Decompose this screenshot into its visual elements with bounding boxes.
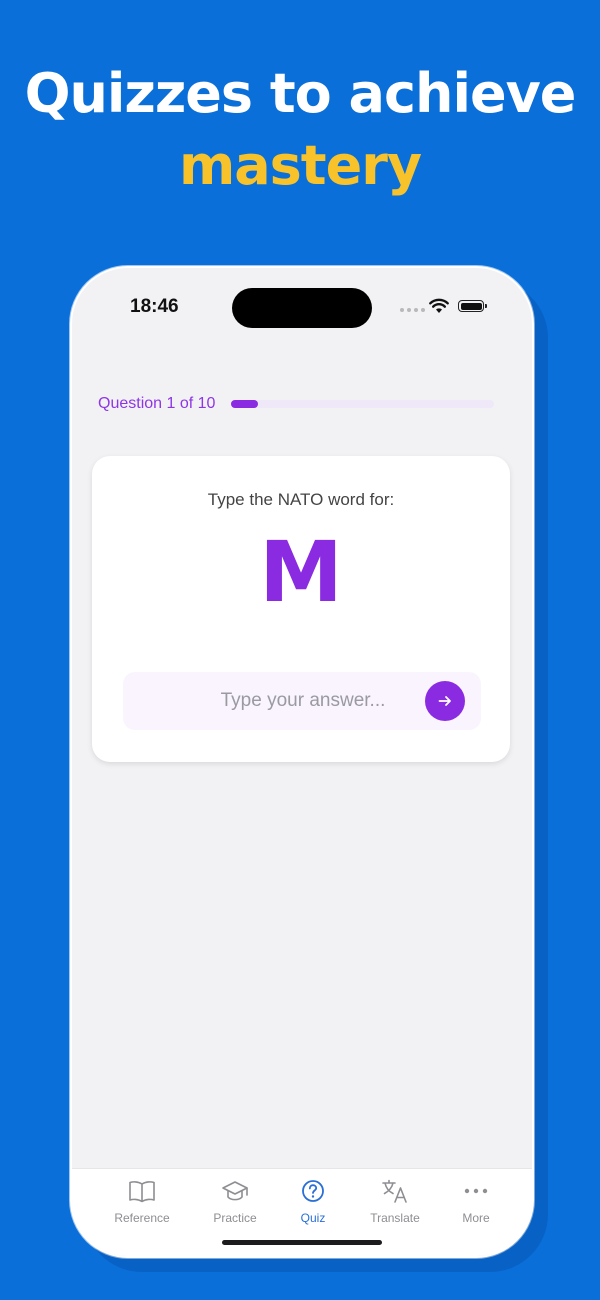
translate-icon xyxy=(382,1179,407,1203)
wifi-icon xyxy=(429,298,449,313)
status-bar: 18:46 xyxy=(72,268,532,348)
progress-label: Question 1 of 10 xyxy=(98,395,216,412)
promo-headline-line1: Quizzes to achieve xyxy=(24,62,577,125)
battery-icon xyxy=(458,300,487,312)
answer-input[interactable] xyxy=(123,672,423,730)
submit-answer-button[interactable] xyxy=(425,681,465,721)
progress-fill xyxy=(231,400,258,408)
status-time: 18:46 xyxy=(130,296,179,317)
arrow-right-icon xyxy=(438,696,451,706)
tab-quiz[interactable]: Quiz xyxy=(273,1177,353,1233)
progress-track xyxy=(231,400,494,408)
graduation-cap-icon xyxy=(222,1181,248,1201)
tab-translate[interactable]: Translate xyxy=(355,1177,435,1233)
tab-label: Translate xyxy=(370,1211,420,1225)
promo-headline: Quizzes to achieve mastery xyxy=(0,58,600,202)
tab-label: Practice xyxy=(213,1211,257,1225)
book-icon xyxy=(129,1181,155,1203)
phone-frame: 18:46 Question 1 of 10 Type the NATO wor… xyxy=(70,266,534,1258)
home-indicator xyxy=(222,1240,382,1245)
dynamic-island xyxy=(232,288,372,328)
tab-label: Quiz xyxy=(300,1211,326,1225)
question-prompt: Type the NATO word for: xyxy=(207,490,395,509)
promo-headline-line2: mastery xyxy=(178,134,422,197)
question-card: Type the NATO word for: M xyxy=(92,456,510,762)
ellipsis-icon xyxy=(464,1188,488,1194)
question-circle-icon xyxy=(302,1180,324,1202)
question-letter: M xyxy=(259,523,343,621)
tab-more[interactable]: More xyxy=(436,1177,516,1233)
tab-reference[interactable]: Reference xyxy=(102,1177,182,1233)
cellular-signal-icon xyxy=(400,308,425,312)
tab-label: Reference xyxy=(114,1211,170,1225)
tab-practice[interactable]: Practice xyxy=(195,1177,275,1233)
answer-box xyxy=(123,672,481,730)
tab-label: More xyxy=(462,1211,490,1225)
quiz-progress: Question 1 of 10 xyxy=(98,392,494,416)
